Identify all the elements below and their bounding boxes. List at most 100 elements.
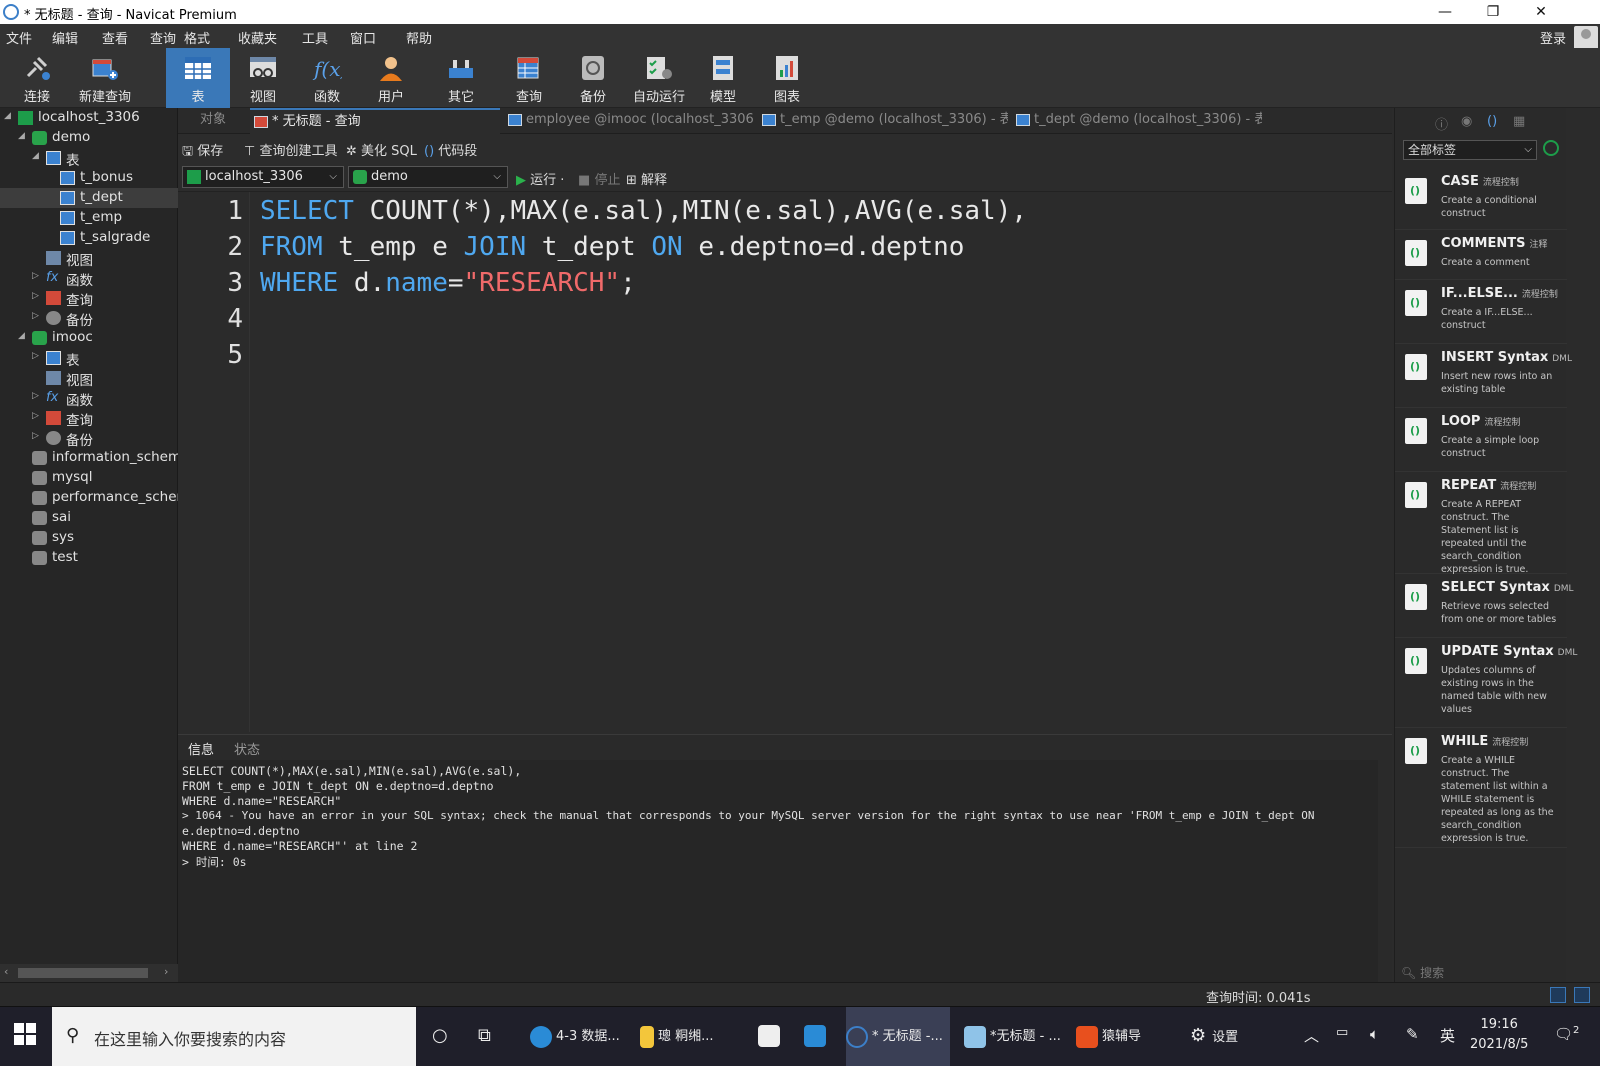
tree-item-demo-functions[interactable]: ▷ fx 函数: [0, 268, 178, 290]
volume-icon[interactable]: 🔈︎: [1370, 1025, 1379, 1043]
ime-indicator[interactable]: 英: [1440, 1025, 1455, 1046]
taskbar-search-input[interactable]: ⚲ 在这里输入你要搜索的内容: [52, 1007, 416, 1066]
tree-item-t_dept[interactable]: t_dept: [0, 188, 178, 208]
login-link[interactable]: 登录: [1540, 28, 1566, 47]
expand-arrow-icon[interactable]: ◢: [32, 151, 39, 161]
layout-left-icon[interactable]: [1550, 987, 1566, 1003]
task-view-icon[interactable]: ⧉: [478, 1025, 491, 1046]
tree-item-t_bonus[interactable]: t_bonus: [0, 168, 178, 188]
close-button[interactable]: ✕: [1526, 2, 1556, 22]
chart-button[interactable]: 图表: [756, 48, 818, 108]
tree-item-localhost[interactable]: ◢ localhost_3306: [0, 108, 178, 128]
notification-icon[interactable]: 🗨︎2: [1554, 1025, 1579, 1043]
menu-tools[interactable]: 工具: [302, 28, 328, 47]
stop-button[interactable]: ■ 停止: [578, 169, 620, 188]
explain-button[interactable]: ⊞ 解释: [626, 169, 667, 188]
taskbar-item-yuanfudao[interactable]: 猿辅导: [1076, 1025, 1141, 1048]
save-button[interactable]: 🖫 保存: [182, 140, 223, 164]
taskbar-item-mail[interactable]: [804, 1025, 830, 1047]
tree-item-test[interactable]: test: [0, 548, 178, 568]
query-builder-button[interactable]: ⊤ 查询创建工具: [244, 140, 337, 159]
menu-file[interactable]: 文件: [6, 28, 32, 47]
collapse-arrow-icon[interactable]: ▷: [32, 351, 39, 361]
minimize-button[interactable]: —: [1430, 2, 1460, 22]
tree-item-mysql[interactable]: mysql: [0, 468, 178, 488]
scroll-right-icon[interactable]: ›: [164, 965, 168, 978]
snippet-item[interactable]: SELECT SyntaxDML Retrieve rows selected …: [1395, 574, 1574, 638]
snippet-item[interactable]: IF...ELSE...流程控制 Create a IF...ELSE... c…: [1395, 280, 1567, 344]
new-query-button[interactable]: 新建查询: [74, 48, 136, 108]
table-button[interactable]: 表: [166, 48, 230, 108]
eye-icon[interactable]: ◉: [1461, 114, 1472, 129]
taskbar-item-settings[interactable]: ⚙ 设置: [1190, 1025, 1238, 1046]
menu-help[interactable]: 帮助: [406, 28, 432, 47]
beautify-sql-button[interactable]: ✲ 美化 SQL: [346, 140, 417, 159]
snippet-icon[interactable]: (): [1487, 114, 1497, 129]
windows-start-icon[interactable]: [14, 1023, 36, 1045]
taskbar-item-notepad[interactable]: *无标题 - ...: [964, 1025, 1061, 1048]
query-button[interactable]: 查询: [498, 48, 560, 108]
tree-item-performance_schema[interactable]: performance_schema: [0, 488, 178, 508]
connect-button[interactable]: 连接: [6, 48, 68, 108]
tab-query[interactable]: * 无标题 - 查询: [250, 108, 500, 134]
menu-query[interactable]: 查询: [150, 28, 176, 47]
user-button[interactable]: 用户: [360, 48, 422, 108]
tab-info[interactable]: 信息: [188, 739, 214, 758]
tab-t_dept[interactable]: t_dept @demo (localhost_3306) - 表: [1012, 108, 1262, 134]
collapse-arrow-icon[interactable]: ▷: [32, 291, 39, 301]
sql-editor[interactable]: 1 2 3 4 5 SELECT COUNT(*),MAX(e.sal),MIN…: [178, 192, 1392, 732]
expand-arrow-icon[interactable]: ◢: [4, 111, 11, 121]
menu-view[interactable]: 查看: [102, 28, 128, 47]
snippet-item[interactable]: COMMENTS注释 Create a comment: [1395, 230, 1567, 280]
tree-item-demo[interactable]: ◢ demo: [0, 128, 178, 148]
tree-item-demo-backups[interactable]: ▷ 备份: [0, 308, 178, 329]
tree-item-demo-views[interactable]: 视图: [0, 248, 178, 269]
tab-employee[interactable]: employee @imooc (localhost_3306) ...: [504, 108, 754, 134]
tree-item-imooc-backups[interactable]: ▷ 备份: [0, 428, 178, 449]
tree-item-imooc-tables[interactable]: ▷ 表: [0, 348, 178, 369]
tree-item-t_salgrade[interactable]: t_salgrade: [0, 228, 178, 248]
menu-edit[interactable]: 编辑: [52, 28, 78, 47]
snippet-item[interactable]: WHILE流程控制 Create a WHILE construct. The …: [1395, 728, 1567, 848]
collapse-arrow-icon[interactable]: ▷: [32, 411, 39, 421]
tree-item-information_schema[interactable]: information_schema: [0, 448, 189, 468]
connection-select[interactable]: localhost_3306 ⌵: [182, 166, 344, 188]
tree-item-imooc[interactable]: ◢ imooc: [0, 328, 178, 348]
tree-item-sys[interactable]: sys: [0, 528, 178, 548]
tree-item-t_emp[interactable]: t_emp: [0, 208, 178, 228]
snippet-item[interactable]: UPDATE SyntaxDML Updates columns of exis…: [1395, 638, 1577, 728]
grid-icon[interactable]: ▦: [1513, 114, 1525, 129]
taskbar-item-store[interactable]: [758, 1025, 784, 1047]
cortana-icon[interactable]: ○: [432, 1025, 448, 1046]
other-button[interactable]: 其它: [430, 48, 492, 108]
code-snippet-button[interactable]: () 代码段: [424, 140, 477, 159]
menu-window[interactable]: 窗口: [350, 28, 376, 47]
run-button[interactable]: ▶ 运行 ·: [516, 169, 564, 188]
tree-item-demo-queries[interactable]: ▷ 查询: [0, 288, 178, 309]
snippet-filter-select[interactable]: 全部标签 ⌵: [1403, 140, 1537, 160]
result-scrollbar[interactable]: [1378, 760, 1392, 982]
tree-item-sai[interactable]: sai: [0, 508, 178, 528]
scrollbar-thumb[interactable]: [18, 968, 148, 978]
add-snippet-icon[interactable]: [1543, 140, 1559, 156]
battery-icon[interactable]: ▭: [1336, 1025, 1348, 1040]
autorun-button[interactable]: 自动运行: [628, 48, 690, 108]
taskbar-item-edge[interactable]: 4-3 数据...: [530, 1025, 620, 1048]
collapse-arrow-icon[interactable]: ▷: [32, 271, 39, 281]
taskbar-clock[interactable]: 19:16 2021/8/5: [1470, 1015, 1528, 1055]
info-icon[interactable]: ⓘ: [1435, 114, 1448, 133]
tree-item-imooc-queries[interactable]: ▷ 查询: [0, 408, 178, 429]
model-button[interactable]: 模型: [692, 48, 754, 108]
expand-arrow-icon[interactable]: ◢: [18, 331, 25, 341]
snippet-search-input[interactable]: 🔍︎ 搜索: [1401, 964, 1444, 981]
database-select[interactable]: demo ⌵: [348, 166, 508, 188]
user-avatar-icon[interactable]: [1574, 26, 1598, 50]
tab-t_emp[interactable]: t_emp @demo (localhost_3306) - 表: [758, 108, 1008, 134]
tab-status[interactable]: 状态: [234, 739, 260, 758]
collapse-arrow-icon[interactable]: ▷: [32, 431, 39, 441]
taskbar-item-navicat[interactable]: * 无标题 -...: [846, 1007, 950, 1066]
snippet-item[interactable]: LOOP流程控制 Create a simple loop construct: [1395, 408, 1567, 472]
pen-icon[interactable]: ✎: [1406, 1025, 1419, 1043]
restore-button[interactable]: ❐: [1478, 2, 1508, 22]
view-button[interactable]: 视图: [232, 48, 294, 108]
